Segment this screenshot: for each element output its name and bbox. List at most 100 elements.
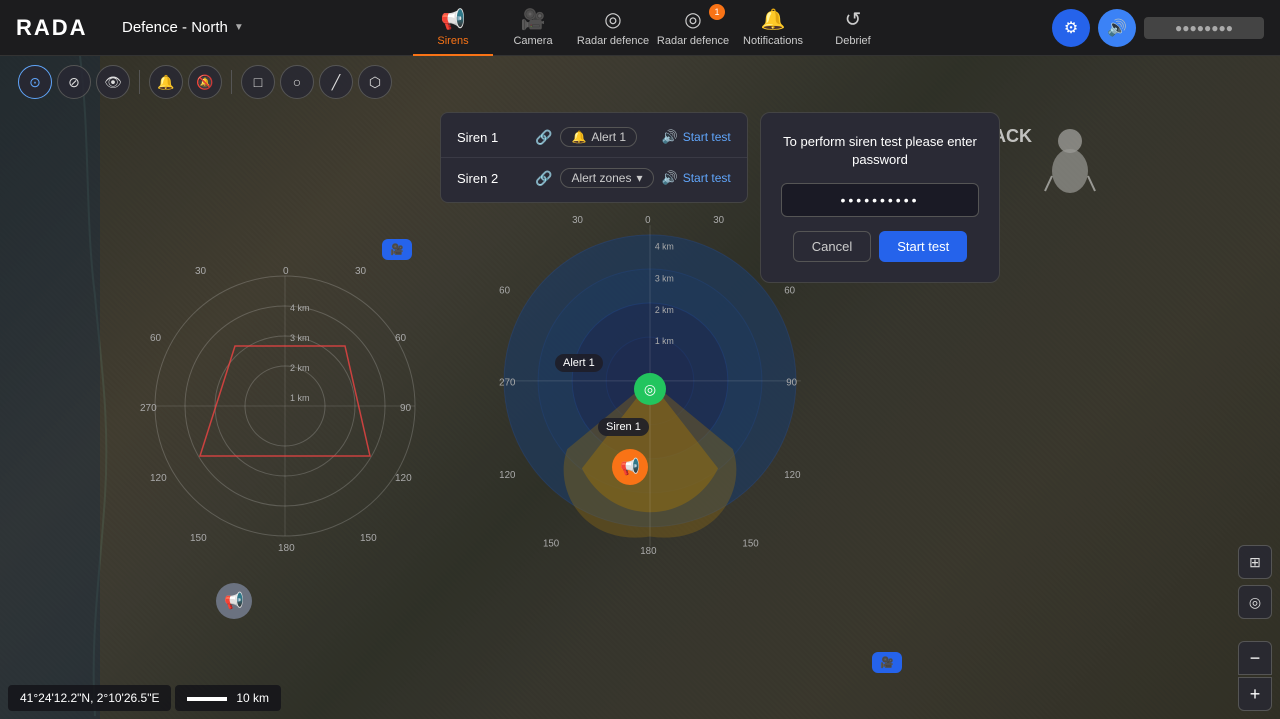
svg-text:1 km: 1 km <box>655 336 674 346</box>
right-controls: ⊞ ◎ <box>1238 545 1272 619</box>
svg-text:2 km: 2 km <box>655 305 674 315</box>
tool-target[interactable]: ⊙ <box>18 65 52 99</box>
tool-circle[interactable]: ○ <box>280 65 314 99</box>
tool-bell-off[interactable]: 🔕 <box>188 65 222 99</box>
svg-text:270: 270 <box>499 378 516 389</box>
tool-square[interactable]: □ <box>241 65 275 99</box>
tool-eye[interactable]: 👁 <box>96 65 130 99</box>
siren1-dropdown-label: Siren 1 <box>457 130 527 145</box>
chevron-down-icon: ▼ <box>234 22 244 33</box>
start-test-button[interactable]: Start test <box>879 231 967 262</box>
nav-tool-debrief-label: Debrief <box>835 35 870 47</box>
zoom-plus-button[interactable]: + <box>1238 677 1272 711</box>
radar1-icon: ◎ <box>604 7 621 32</box>
siren2-start-test-label: Start test <box>683 171 731 185</box>
tool-filter[interactable]: ⊘ <box>57 65 91 99</box>
radar-center-marker[interactable]: ◎ <box>634 373 666 405</box>
nav-tool-camera-wrap: 🎥 Camera <box>493 0 573 56</box>
nav-tools: 📢 Sirens 🎥 Camera ◎ Radar defence ◎ Rada… <box>270 0 1036 56</box>
svg-text:150: 150 <box>360 533 377 544</box>
tool-line[interactable]: ╱ <box>319 65 353 99</box>
handala-icon <box>1040 126 1100 196</box>
siren1-alert-chip[interactable]: 🔔 Alert 1 <box>560 127 637 147</box>
siren1-row[interactable]: Siren 1 🔗 🔔 Alert 1 🔊 Start test <box>441 117 747 158</box>
siren2-dropdown-label: Siren 2 <box>457 171 527 186</box>
siren2-marker[interactable]: 📢 <box>216 583 252 619</box>
notifications-icon: 🔔 <box>761 7 786 32</box>
svg-text:120: 120 <box>499 470 516 481</box>
svg-text:180: 180 <box>278 543 295 554</box>
alert1-label: Alert 1 <box>555 354 603 372</box>
siren2-start-test-button[interactable]: 🔊 Start test <box>662 170 731 186</box>
tool-polygon[interactable]: ⬡ <box>358 65 392 99</box>
siren1-start-test-button[interactable]: 🔊 Start test <box>662 129 731 145</box>
settings-button[interactable]: ⚙ <box>1052 9 1090 47</box>
compass-button[interactable]: ◎ <box>1238 585 1272 619</box>
layers-button[interactable]: ⊞ <box>1238 545 1272 579</box>
siren2-row[interactable]: Siren 2 🔗 Alert zones ▾ 🔊 Start test <box>441 158 747 198</box>
svg-text:60: 60 <box>150 333 162 344</box>
password-modal: To perform siren test please enter passw… <box>760 112 1000 283</box>
radar-left: 0 30 30 60 60 270 90 120 120 150 150 180… <box>135 256 435 556</box>
camera-icon: 🎥 <box>521 7 546 32</box>
password-input[interactable] <box>781 183 979 217</box>
siren2-zones-chip[interactable]: Alert zones ▾ <box>560 168 653 188</box>
nav-tool-notifications-wrap: 🔔 Notifications <box>733 0 813 56</box>
cancel-button[interactable]: Cancel <box>793 231 871 262</box>
coordinates: 41°24'12.2"N, 2°10'26.5"E <box>8 685 171 711</box>
sound-button[interactable]: 🔊 <box>1098 9 1136 47</box>
svg-text:30: 30 <box>195 266 207 277</box>
svg-text:120: 120 <box>395 473 412 484</box>
svg-text:150: 150 <box>742 538 759 549</box>
defence-title[interactable]: Defence - North ▼ <box>110 19 270 36</box>
svg-text:4 km: 4 km <box>290 303 310 313</box>
svg-text:90: 90 <box>400 403 412 414</box>
nav-tool-radar2-label: Radar defence <box>657 35 729 47</box>
svg-text:30: 30 <box>713 215 724 226</box>
nav-tool-notifications-label: Notifications <box>743 35 803 47</box>
nav-tool-radar1-label: Radar defence <box>577 35 649 47</box>
tool-bell[interactable]: 🔔 <box>149 65 183 99</box>
nav-tool-sirens[interactable]: 📢 Sirens <box>413 0 493 56</box>
radar2-icon: ◎ <box>684 7 701 32</box>
speaker-icon-1: 🔊 <box>662 129 678 145</box>
map: ⊙ ⊘ 👁 🔔 🔕 □ ○ ╱ ⬡ 0 30 30 60 60 <box>0 56 1280 719</box>
zoom-minus-button[interactable]: − <box>1238 641 1272 675</box>
svg-text:150: 150 <box>543 538 560 549</box>
modal-buttons: Cancel Start test <box>781 231 979 262</box>
nav-right: ⚙ 🔊 ●●●●●●●● <box>1036 9 1280 47</box>
nav-tool-notifications[interactable]: 🔔 Notifications <box>733 0 813 56</box>
radar-left-svg: 0 30 30 60 60 270 90 120 120 150 150 180… <box>135 256 435 556</box>
siren1-label: Siren 1 <box>598 418 649 436</box>
svg-text:3 km: 3 km <box>290 333 310 343</box>
camera2-icon: 🎥 <box>880 656 894 669</box>
link-icon-1: 🔗 <box>535 129 552 146</box>
svg-text:4 km: 4 km <box>655 242 674 252</box>
nav-tool-camera[interactable]: 🎥 Camera <box>493 0 573 56</box>
siren1-marker[interactable]: 📢 <box>612 449 648 485</box>
toolbar: ⊙ ⊘ 👁 🔔 🔕 □ ○ ╱ ⬡ <box>6 62 1280 102</box>
nav-tool-camera-label: Camera <box>513 35 552 47</box>
svg-text:60: 60 <box>395 333 407 344</box>
zoom-controls: − + <box>1238 641 1272 711</box>
nav-tool-radar1-wrap: ◎ Radar defence <box>573 0 653 56</box>
camera1-icon: 🎥 <box>390 243 404 256</box>
siren1-start-test-label: Start test <box>683 130 731 144</box>
camera-marker-1[interactable]: 🎥 <box>382 239 412 260</box>
svg-text:0: 0 <box>283 266 289 277</box>
svg-text:90: 90 <box>786 378 797 389</box>
nav-tool-radar1[interactable]: ◎ Radar defence <box>573 0 653 56</box>
debrief-icon: ↺ <box>845 7 862 32</box>
siren1-icon: 📢 <box>620 457 640 477</box>
nav-tool-sirens-wrap: 📢 Sirens <box>413 0 493 56</box>
link-icon-2: 🔗 <box>535 170 552 187</box>
svg-text:2 km: 2 km <box>290 363 310 373</box>
bell-icon-1: 🔔 <box>571 130 586 144</box>
nav-tool-debrief[interactable]: ↺ Debrief <box>813 0 893 56</box>
siren2-zones-text: Alert zones <box>571 171 631 185</box>
radar2-badge: 1 <box>709 4 725 20</box>
svg-text:150: 150 <box>190 533 207 544</box>
siren1-alert-text: Alert 1 <box>591 130 626 144</box>
camera-marker-2[interactable]: 🎥 <box>872 652 902 673</box>
svg-text:30: 30 <box>355 266 367 277</box>
